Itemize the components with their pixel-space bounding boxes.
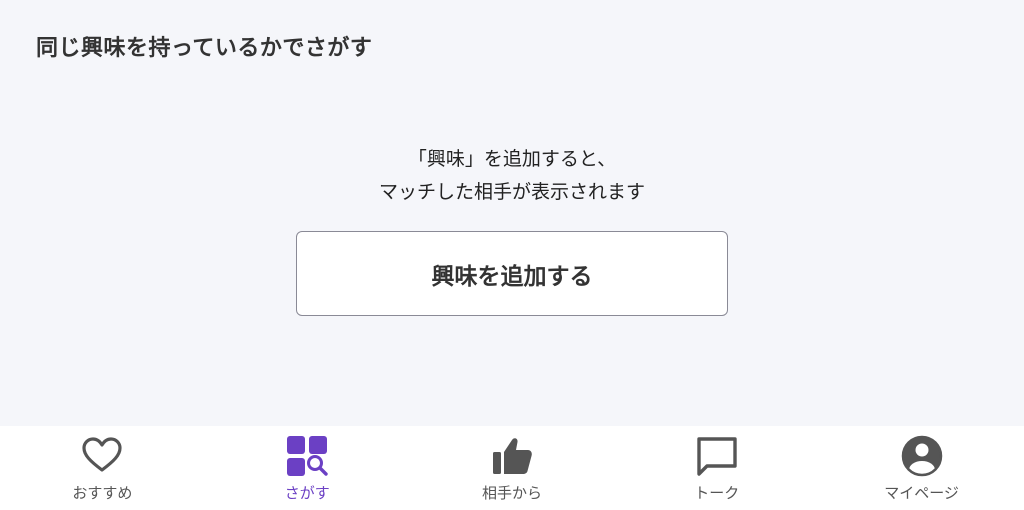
tab-label: さがす [284, 484, 330, 502]
bottom-tab-bar: おすすめ さがす 相手から トーク マイページ [0, 426, 1024, 510]
thumbs-up-icon [490, 434, 534, 478]
account-circle-icon [900, 434, 944, 478]
empty-state-message: 「興味」を追加すると、 マッチした相手が表示されます [0, 143, 1024, 209]
search-tiles-icon [285, 434, 329, 478]
page-title: 同じ興味を持っているかでさがす [36, 36, 373, 61]
chat-bubble-icon [695, 434, 739, 478]
tab-from-others[interactable]: 相手から [410, 426, 615, 510]
tab-recommend[interactable]: おすすめ [0, 426, 205, 510]
tab-label: トーク [694, 484, 740, 502]
tab-label: 相手から [481, 484, 542, 502]
tab-search[interactable]: さがす [205, 426, 410, 510]
empty-state-line-1: 「興味」を追加すると、 [407, 148, 617, 170]
tab-label: おすすめ [72, 484, 133, 502]
tab-label: マイページ [884, 484, 959, 502]
tab-mypage[interactable]: マイページ [819, 426, 1024, 510]
empty-state-line-2: マッチした相手が表示されます [378, 181, 645, 203]
tab-talk[interactable]: トーク [614, 426, 819, 510]
heart-icon [80, 434, 124, 478]
add-interest-button[interactable]: 興味を追加する [296, 231, 728, 316]
main-content: 同じ興味を持っているかでさがす 「興味」を追加すると、 マッチした相手が表示され… [0, 0, 1024, 426]
